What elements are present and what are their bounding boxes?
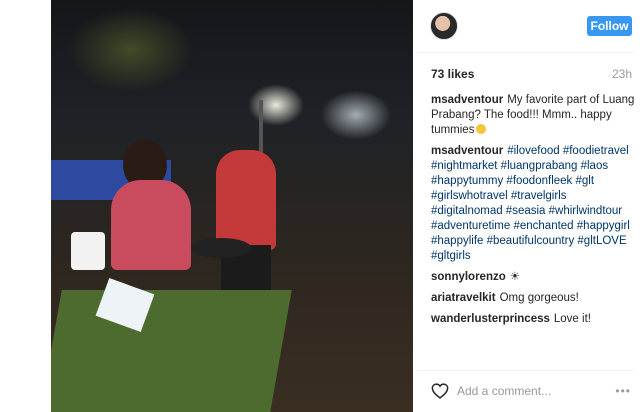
photo-food-stall	[51, 290, 292, 412]
comment: wanderlusterprincess Love it!	[431, 312, 636, 327]
avatar[interactable]	[430, 12, 458, 40]
comment-username[interactable]: wanderlusterprincess	[431, 313, 550, 325]
comment: ariatravelkit Omg gorgeous!	[431, 291, 636, 306]
add-comment-bar: •••	[431, 380, 631, 402]
comment-input[interactable]	[457, 382, 597, 400]
comment: msadventour My favorite part of Luang Pra…	[431, 93, 636, 138]
comment-username[interactable]: sonnylorenzo	[431, 271, 506, 283]
photo-bucket	[71, 232, 105, 270]
post-time[interactable]: 23h	[612, 67, 632, 81]
follow-button[interactable]: Follow	[587, 16, 632, 36]
smile-emoji-icon	[476, 124, 487, 134]
comment-username[interactable]: ariatravelkit	[431, 292, 496, 304]
header-divider	[418, 52, 634, 53]
comment: msadventour #ilovefood #foodietravel #nig…	[431, 144, 636, 264]
likes-count[interactable]: 73 likes	[431, 67, 474, 81]
photo-vendor	[111, 180, 191, 270]
photo-man	[216, 150, 276, 250]
more-options-icon[interactable]: •••	[615, 384, 631, 398]
comment-hashtags[interactable]: #ilovefood #foodietravel #nightmarket #l…	[431, 145, 630, 262]
footer-divider	[418, 370, 634, 371]
comments-list: msadventour My favorite part of Luang Pra…	[431, 93, 636, 333]
comment-username[interactable]: msadventour	[431, 94, 503, 106]
post-photo[interactable]	[51, 0, 413, 412]
heart-icon[interactable]	[431, 383, 449, 399]
comment: sonnylorenzo ☀	[431, 270, 636, 285]
photo-cooking-tray	[191, 238, 251, 258]
comment-text: Omg gorgeous!	[499, 292, 579, 304]
comment-text: ☀	[509, 271, 521, 283]
comment-text: Love it!	[553, 313, 591, 325]
comment-username[interactable]: msadventour	[431, 145, 503, 157]
